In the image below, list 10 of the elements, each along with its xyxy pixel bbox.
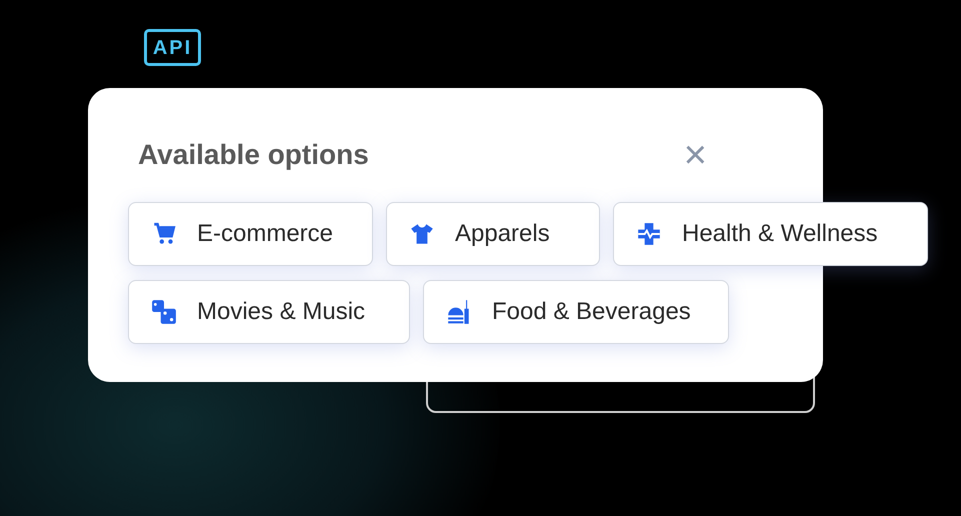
medical-cross-icon [636,221,662,247]
option-chip[interactable]: Apparels [386,202,600,266]
dice-icon [151,299,177,325]
option-chip[interactable]: Movies & Music [128,280,410,344]
dialog-title: Available options [138,138,369,172]
option-chip[interactable]: Health & Wellness [613,202,928,266]
food-icon [446,299,472,325]
option-chip[interactable]: Food & Beverages [423,280,729,344]
api-badge: API [144,29,201,66]
option-chip[interactable]: E-commerce [128,202,373,266]
